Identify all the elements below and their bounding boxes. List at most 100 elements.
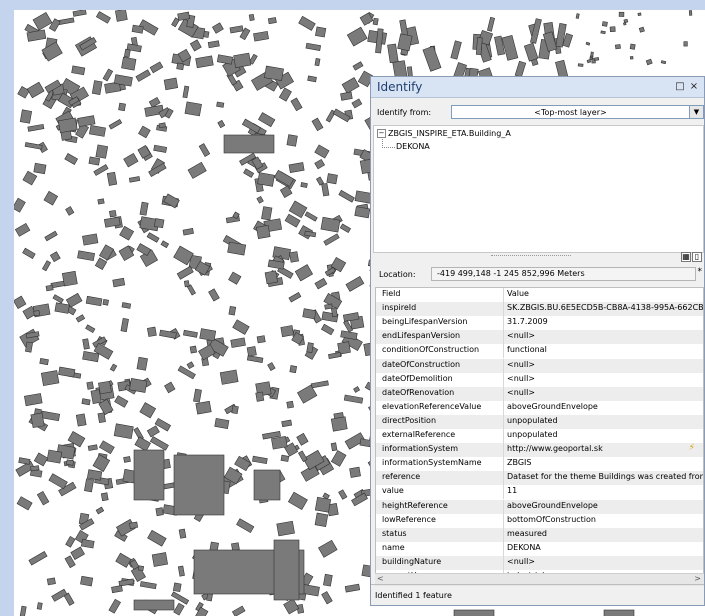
building-footprint[interactable] [601, 21, 608, 27]
building-footprint[interactable] [158, 122, 166, 129]
table-row[interactable]: name DEKONA [376, 541, 703, 556]
building-footprint[interactable] [95, 11, 111, 24]
building-footprint[interactable] [609, 26, 616, 33]
building-footprint[interactable] [82, 233, 99, 246]
building-footprint[interactable] [187, 161, 207, 179]
building-footprint[interactable] [109, 209, 117, 218]
building-footprint[interactable] [453, 609, 495, 616]
building-footprint[interactable] [297, 450, 308, 462]
building-footprint[interactable] [252, 455, 268, 465]
building-footprint[interactable] [36, 490, 50, 506]
building-footprint[interactable] [315, 26, 327, 38]
building-footprint[interactable] [256, 335, 266, 344]
building-footprint[interactable] [593, 56, 600, 62]
building-footprint[interactable] [323, 573, 333, 587]
building-footprint[interactable] [345, 276, 365, 292]
building-footprint[interactable] [46, 449, 63, 464]
building-footprint[interactable] [253, 30, 269, 42]
hyperlink-icon[interactable]: ⚡ [689, 443, 695, 453]
building-footprint[interactable] [255, 391, 265, 402]
building-footprint[interactable] [14, 222, 31, 237]
table-row[interactable]: value 11 [376, 485, 703, 500]
grid-view-icon[interactable]: ▦ [681, 252, 691, 262]
building-footprint[interactable] [600, 30, 606, 35]
scroll-right-icon[interactable]: > [694, 574, 701, 583]
building-footprint[interactable] [30, 412, 45, 429]
results-tree[interactable]: − ZBGIS_INSPIRE_ETA.Building_A DEKONA [373, 125, 704, 253]
building-footprint[interactable] [286, 400, 294, 409]
building-footprint[interactable] [139, 581, 157, 590]
building-footprint[interactable] [298, 15, 316, 31]
building-footprint[interactable] [264, 270, 278, 285]
building-footprint[interactable] [82, 338, 90, 350]
building-footprint[interactable] [27, 123, 45, 132]
building-footprint[interactable] [629, 43, 636, 50]
building-footprint[interactable] [176, 265, 194, 280]
building-footprint[interactable] [294, 264, 314, 282]
building-footprint[interactable] [683, 41, 688, 47]
building-footprint[interactable] [219, 369, 239, 385]
building-footprint[interactable] [227, 241, 247, 256]
building-footprint[interactable] [22, 247, 36, 259]
building-footprint[interactable] [41, 41, 63, 62]
building-footprint[interactable] [81, 398, 91, 406]
building-footprint[interactable] [153, 144, 168, 153]
building-footprint[interactable] [77, 250, 95, 262]
building-footprint[interactable] [248, 13, 255, 21]
building-footprint[interactable] [618, 11, 625, 17]
building-footprint[interactable] [33, 310, 41, 317]
location-field[interactable]: -419 499,148 -1 245 852,996 Meters [431, 267, 696, 281]
building-footprint[interactable] [147, 529, 167, 547]
building-footprint[interactable] [172, 582, 182, 593]
building-footprint[interactable] [314, 158, 326, 170]
building-footprint[interactable] [32, 11, 53, 31]
building-footprint[interactable] [173, 602, 185, 616]
building-footprint[interactable] [97, 198, 105, 205]
building-footprint[interactable] [307, 75, 317, 83]
building-footprint[interactable] [514, 60, 527, 78]
building-footprint[interactable] [123, 152, 139, 168]
building-footprint[interactable] [86, 381, 94, 390]
building-footprint[interactable] [91, 80, 103, 95]
building-footprint[interactable] [231, 405, 239, 415]
building-footprint[interactable] [149, 61, 164, 74]
building-footprint[interactable] [22, 170, 38, 186]
building-footprint[interactable] [26, 81, 45, 99]
building-footprint[interactable] [354, 206, 371, 219]
building-footprint[interactable] [586, 59, 592, 64]
building-footprint[interactable] [98, 440, 115, 455]
building-footprint[interactable] [71, 65, 86, 76]
building-footprint[interactable] [100, 492, 109, 502]
building-footprint[interactable] [614, 44, 621, 50]
building-footprint[interactable] [119, 225, 135, 241]
building-footprint[interactable] [231, 542, 240, 552]
building-footprint[interactable] [115, 552, 132, 568]
building-footprint[interactable] [16, 496, 33, 511]
building-footprint[interactable] [129, 521, 139, 529]
building-footprint[interactable] [134, 436, 151, 452]
building-footprint[interactable] [207, 40, 220, 49]
building-footprint[interactable] [211, 22, 224, 34]
building-footprint[interactable] [146, 326, 157, 337]
building-footprint[interactable] [585, 41, 591, 46]
building-footprint[interactable] [14, 295, 27, 309]
building-footprint[interactable] [339, 223, 351, 233]
building-footprint[interactable] [92, 454, 111, 472]
building-footprint[interactable] [349, 466, 361, 478]
building-footprint[interactable] [111, 585, 123, 594]
building-footprint[interactable] [136, 356, 148, 371]
building-footprint[interactable] [257, 172, 275, 187]
building-footprint[interactable] [121, 302, 132, 309]
building-footprint[interactable] [138, 125, 151, 139]
building-footprint[interactable] [296, 432, 309, 446]
building-footprint[interactable] [85, 295, 103, 307]
building-footprint[interactable] [66, 459, 75, 466]
building-footprint[interactable] [288, 200, 308, 219]
building-footprint[interactable] [280, 325, 295, 338]
building-footprint[interactable] [688, 10, 693, 16]
building-footprint[interactable] [267, 17, 277, 25]
table-row[interactable]: elevationReferenceValue aboveGroundEnvelo… [376, 400, 703, 415]
building-footprint[interactable] [75, 314, 86, 323]
column-divider[interactable] [503, 288, 504, 302]
tree-feature-node[interactable]: DEKONA [396, 142, 430, 151]
